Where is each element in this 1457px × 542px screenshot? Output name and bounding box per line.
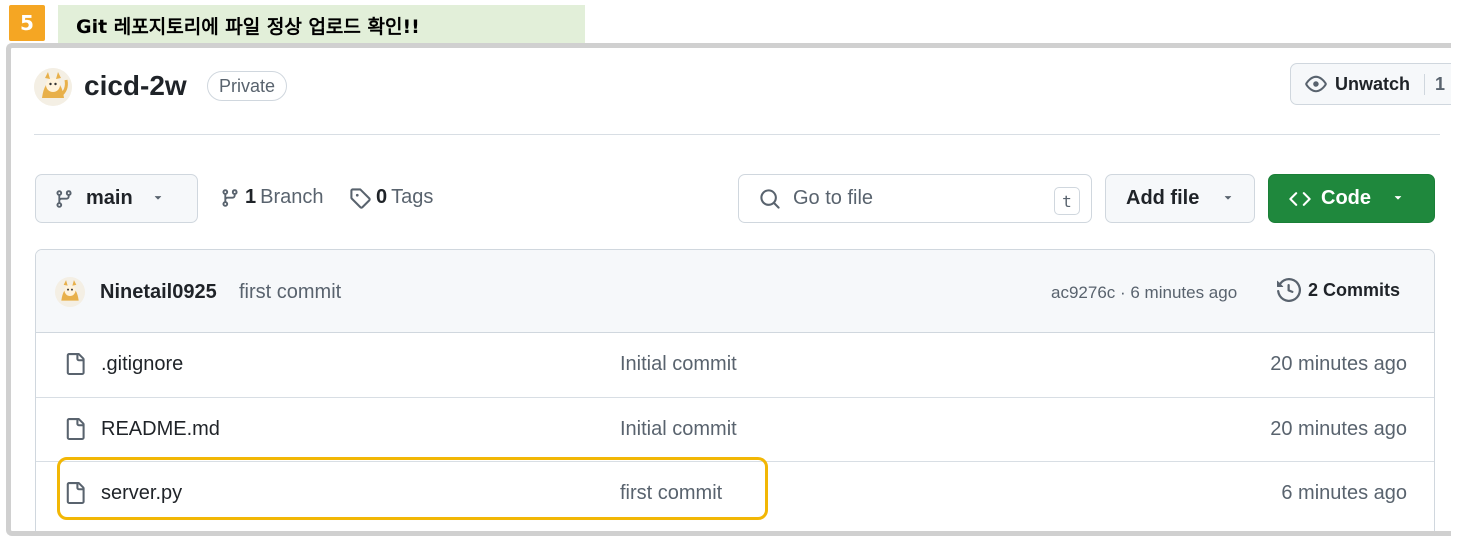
unwatch-button[interactable]: Unwatch 1 [1290, 63, 1451, 105]
git-branch-icon [54, 189, 74, 209]
highlight-box [57, 457, 768, 520]
code-icon [1289, 188, 1311, 210]
file-updated-time: 20 minutes ago [1270, 418, 1407, 440]
eye-icon [1305, 73, 1327, 95]
branch-name: main [86, 187, 133, 209]
file-commit-message-link[interactable]: Initial commit [620, 353, 737, 376]
unwatch-label: Unwatch [1335, 73, 1411, 94]
history-icon [1277, 278, 1301, 302]
keyboard-shortcut-hint: t [1054, 187, 1080, 215]
watch-count: 1 [1424, 73, 1445, 95]
go-to-file-search[interactable]: t [738, 174, 1092, 223]
commit-author-link[interactable]: Ninetail0925 [100, 281, 217, 304]
header-divider [34, 134, 1440, 135]
git-branch-icon [220, 188, 240, 208]
code-label: Code [1321, 187, 1371, 209]
file-updated-time: 6 minutes ago [1281, 482, 1407, 504]
add-file-label: Add file [1126, 187, 1200, 209]
code-button[interactable]: Code [1268, 174, 1435, 223]
file-commit-message-link[interactable]: Initial commit [620, 418, 737, 441]
repo-name-link[interactable]: cicd-2w [84, 70, 187, 102]
commit-message-link[interactable]: first commit [239, 281, 341, 304]
chevron-down-icon [1221, 187, 1235, 210]
branch-count: 1 [245, 186, 257, 208]
step-number-badge: 5 [9, 5, 45, 41]
file-name-link[interactable]: README.md [101, 418, 220, 441]
go-to-file-input[interactable] [791, 186, 1035, 211]
chevron-down-icon [151, 187, 165, 210]
chevron-down-icon [1391, 187, 1405, 210]
file-row[interactable]: .gitignore Initial commit 20 minutes ago [36, 333, 1434, 397]
step-title: Git 레포지토리에 파일 정상 업로드 확인!! [58, 5, 585, 45]
latest-commit-bar: Ninetail0925 first commit ac9276c · 6 mi… [36, 250, 1434, 333]
tags-label: Tags [391, 186, 434, 208]
file-icon [64, 352, 86, 376]
tag-count: 0 [376, 186, 388, 208]
commits-history-link[interactable]: 2 Commits [1277, 278, 1400, 302]
add-file-button[interactable]: Add file [1105, 174, 1255, 223]
commit-author-avatar[interactable] [55, 277, 85, 307]
repo-owner-avatar[interactable] [34, 68, 72, 106]
file-name-link[interactable]: .gitignore [101, 353, 183, 376]
file-updated-time: 20 minutes ago [1270, 353, 1407, 375]
tags-link[interactable]: 0 Tags [349, 186, 433, 209]
branches-link[interactable]: 1 Branch [220, 186, 324, 209]
tag-icon [349, 187, 371, 209]
visibility-badge: Private [207, 71, 288, 101]
branch-label: Branch [260, 186, 324, 208]
commits-label: 2 Commits [1308, 279, 1401, 300]
branch-selector-button[interactable]: main [35, 174, 198, 223]
commit-hash-and-time[interactable]: ac9276c · 6 minutes ago [1051, 283, 1237, 303]
file-row[interactable]: README.md Initial commit 20 minutes ago [36, 397, 1434, 461]
file-icon [64, 417, 86, 441]
search-icon [759, 188, 781, 210]
